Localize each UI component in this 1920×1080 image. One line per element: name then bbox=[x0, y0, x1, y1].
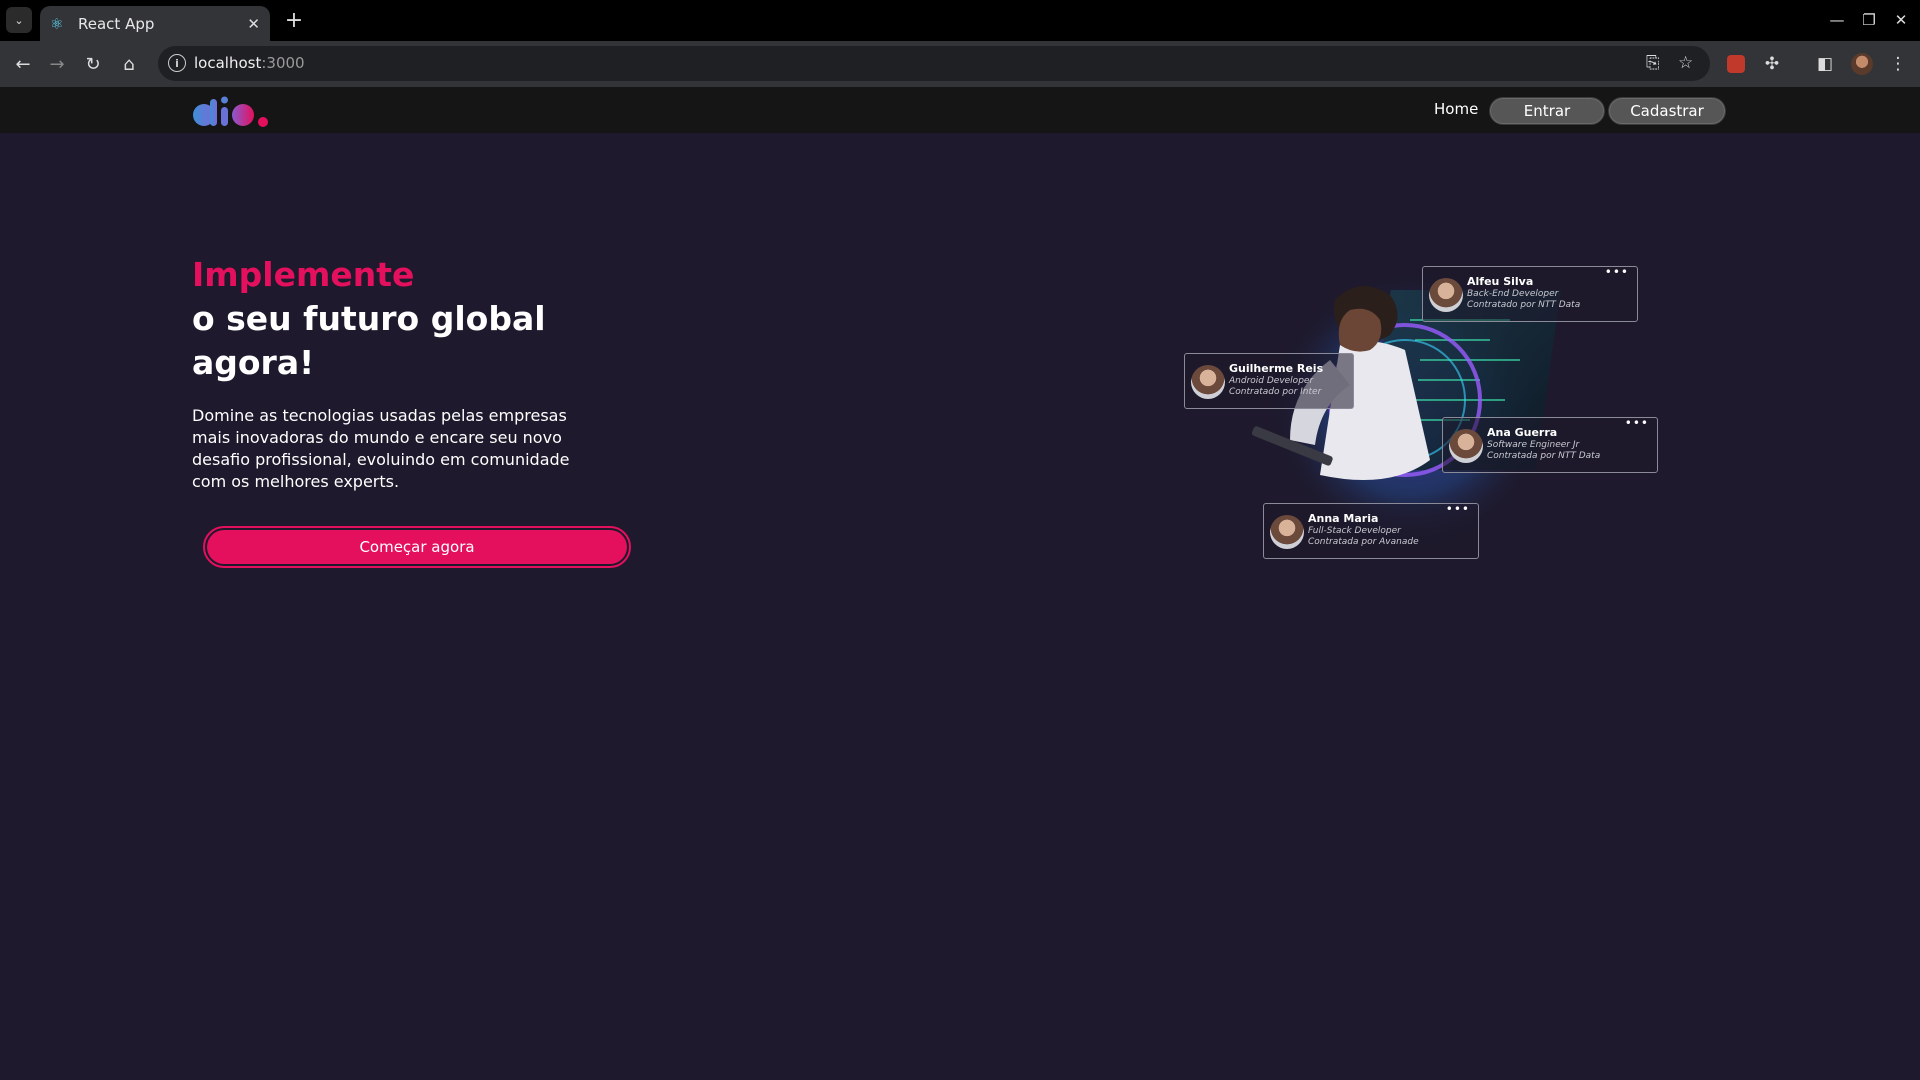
profile-name: Guilherme Reis bbox=[1229, 362, 1324, 375]
tab-search-chevron-icon[interactable]: ⌄ bbox=[6, 7, 32, 33]
profile-card: Guilherme Reis Android Developer Contrat… bbox=[1184, 353, 1354, 409]
hero-title-line-2: agora! bbox=[192, 343, 315, 382]
avatar bbox=[1429, 278, 1463, 312]
profile-company: Contratada por Avanade bbox=[1308, 537, 1419, 547]
extension-icon[interactable] bbox=[1727, 55, 1745, 73]
profile-role: Android Developer bbox=[1229, 376, 1314, 386]
react-icon: ⚛ bbox=[50, 14, 64, 33]
site-info-icon[interactable]: i bbox=[168, 54, 186, 72]
profile-role: Full-Stack Developer bbox=[1308, 526, 1401, 536]
install-app-icon[interactable]: ⎘ bbox=[1646, 53, 1660, 73]
hero-description: Domine as tecnologias usadas pelas empre… bbox=[192, 406, 570, 491]
avatar bbox=[1449, 429, 1483, 463]
tab-title: React App bbox=[78, 14, 155, 33]
site-header: Home Entrar Cadastrar bbox=[0, 87, 1920, 133]
more-options-icon: ••• bbox=[1604, 265, 1629, 279]
profile-avatar[interactable] bbox=[1851, 53, 1873, 75]
tab-close-icon[interactable]: ✕ bbox=[247, 15, 260, 33]
back-arrow-icon[interactable]: ← bbox=[8, 49, 38, 79]
close-window-icon[interactable]: ✕ bbox=[1886, 6, 1916, 34]
minimize-icon[interactable]: — bbox=[1822, 6, 1852, 34]
browser-toolbar: ← → ↻ ⌂ i localhost:3000 ⎘ ☆ ✣ ◧ ⋮ bbox=[0, 41, 1920, 87]
forward-arrow-icon[interactable]: → bbox=[42, 49, 72, 79]
reload-icon[interactable]: ↻ bbox=[78, 49, 108, 79]
profile-company: Contratado por Inter bbox=[1229, 387, 1322, 397]
profile-company: Contratado por NTT Data bbox=[1467, 300, 1581, 310]
extensions-puzzle-icon[interactable]: ✣ bbox=[1760, 52, 1784, 76]
avatar bbox=[1270, 515, 1304, 549]
more-options-icon: ••• bbox=[1624, 416, 1649, 430]
login-button[interactable]: Entrar bbox=[1489, 97, 1605, 125]
avatar bbox=[1191, 365, 1225, 399]
profile-card: Ana Guerra Software Engineer Jr Contrata… bbox=[1442, 416, 1658, 473]
url-text[interactable]: localhost:3000 bbox=[194, 54, 305, 72]
address-bar[interactable]: i localhost:3000 ⎘ ☆ bbox=[158, 46, 1710, 81]
hero-illustration: Alfeu Silva Back-End Developer Contratad… bbox=[1180, 260, 1670, 560]
menu-kebab-icon[interactable]: ⋮ bbox=[1886, 52, 1910, 76]
hero-title-accent: Implemente bbox=[192, 255, 415, 294]
start-now-button[interactable]: Começar agora bbox=[207, 530, 627, 564]
dio-logo[interactable] bbox=[192, 95, 272, 129]
profile-card: Anna Maria Full-Stack Developer Contrata… bbox=[1263, 502, 1479, 559]
more-options-icon: ••• bbox=[1445, 502, 1470, 516]
nav-home-link[interactable]: Home bbox=[1434, 100, 1478, 118]
hero-title-line-1: o seu futuro global bbox=[192, 299, 546, 338]
browser-tabstrip: ⌄ ⚛ React App ✕ + — ❐ ✕ bbox=[0, 0, 1920, 41]
profile-company: Contratada por NTT Data bbox=[1487, 451, 1601, 461]
profile-name: Anna Maria bbox=[1308, 512, 1379, 525]
side-panel-icon[interactable]: ◧ bbox=[1813, 52, 1837, 76]
new-tab-icon[interactable]: + bbox=[280, 6, 308, 34]
profile-name: Alfeu Silva bbox=[1467, 275, 1534, 288]
profile-name: Ana Guerra bbox=[1487, 426, 1558, 439]
profile-card: Alfeu Silva Back-End Developer Contratad… bbox=[1422, 265, 1638, 322]
browser-tab[interactable]: ⚛ React App ✕ bbox=[40, 6, 270, 41]
profile-role: Back-End Developer bbox=[1467, 289, 1559, 299]
restore-icon[interactable]: ❐ bbox=[1854, 6, 1884, 34]
home-icon[interactable]: ⌂ bbox=[114, 49, 144, 79]
bookmark-star-icon[interactable]: ☆ bbox=[1678, 53, 1693, 73]
signup-button[interactable]: Cadastrar bbox=[1608, 97, 1726, 125]
profile-role: Software Engineer Jr bbox=[1487, 440, 1580, 450]
